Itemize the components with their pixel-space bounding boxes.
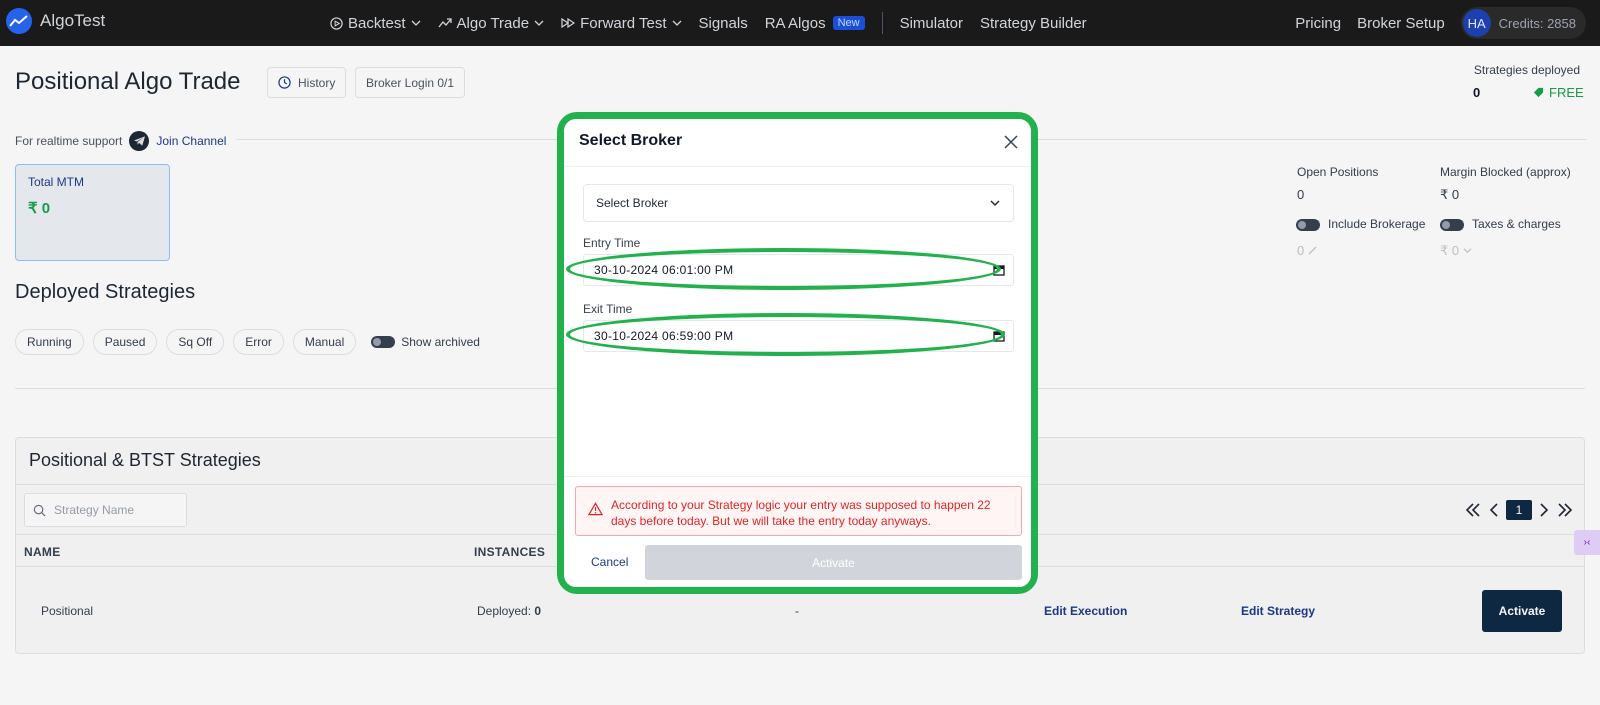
activate-button[interactable]: Activate xyxy=(645,545,1022,580)
nav-strategy-builder[interactable]: Strategy Builder xyxy=(980,15,1087,32)
nav-backtest[interactable]: Backtest xyxy=(330,15,421,32)
exit-time-label: Exit Time xyxy=(583,302,633,316)
broker-select-value: Select Broker xyxy=(596,196,669,210)
nav-strategy-builder-label: Strategy Builder xyxy=(979,14,1087,32)
chevron-down-icon xyxy=(672,20,681,26)
modal-header: Select Broker xyxy=(564,119,1031,167)
chevron-down-icon xyxy=(534,20,544,26)
cancel-button[interactable]: Cancel xyxy=(591,555,628,569)
nav-forward-test-label: Forward Test xyxy=(580,14,667,32)
warning-triangle-icon xyxy=(588,502,603,516)
annotation-ellipse xyxy=(566,248,1001,290)
new-badge: New xyxy=(832,16,865,30)
close-icon[interactable] xyxy=(1004,135,1018,149)
nav-divider xyxy=(881,12,883,34)
play-circle-icon xyxy=(330,16,343,30)
nav-forward-test[interactable]: Forward Test xyxy=(561,15,681,32)
warning-text: According to your Strategy logic your en… xyxy=(611,498,991,528)
nav-algo-trade[interactable]: Algo Trade xyxy=(438,15,545,32)
chevron-down-icon xyxy=(411,20,420,26)
credits-count: Credits: 2858 xyxy=(1498,15,1576,31)
nav-simulator[interactable]: Simulator xyxy=(900,15,963,32)
nav-backtest-label: Backtest xyxy=(348,14,406,32)
nav-signals-label: Signals xyxy=(698,14,748,32)
nav-right: Pricing Broker Setup HA Credits: 2858 xyxy=(1295,0,1586,46)
nav-simulator-label: Simulator xyxy=(899,14,963,32)
nav-ra-algos[interactable]: RA Algos New xyxy=(765,15,865,32)
nav-links: Backtest Algo Trade Forward Test Signals… xyxy=(330,0,1104,46)
avatar: HA xyxy=(1462,9,1491,37)
nav-pricing[interactable]: Pricing xyxy=(1295,15,1341,32)
annotation-ellipse xyxy=(566,313,1005,356)
nav-signals[interactable]: Signals xyxy=(699,15,748,32)
nav-ra-algos-label: RA Algos xyxy=(764,14,826,32)
account-menu[interactable]: HA Credits: 2858 xyxy=(1460,7,1586,39)
top-navbar: AlgoTest Backtest Algo Trade Forward Tes… xyxy=(0,0,1600,46)
entry-time-label: Entry Time xyxy=(583,236,641,250)
nav-algo-trade-label: Algo Trade xyxy=(456,14,530,32)
divider xyxy=(564,476,1031,477)
nav-broker-setup[interactable]: Broker Setup xyxy=(1357,15,1445,32)
chevron-down-icon xyxy=(990,200,1000,207)
algotest-logo-icon xyxy=(6,8,32,34)
modal-title: Select Broker xyxy=(579,132,683,149)
trend-up-icon xyxy=(438,18,452,28)
brand[interactable]: AlgoTest xyxy=(6,8,105,34)
fast-forward-icon xyxy=(561,18,576,28)
select-broker-modal: Select Broker Select Broker Entry Time 3… xyxy=(564,119,1031,587)
broker-select[interactable]: Select Broker xyxy=(583,184,1014,222)
brand-name: AlgoTest xyxy=(40,11,106,30)
entry-warning: According to your Strategy logic your en… xyxy=(575,486,1022,536)
